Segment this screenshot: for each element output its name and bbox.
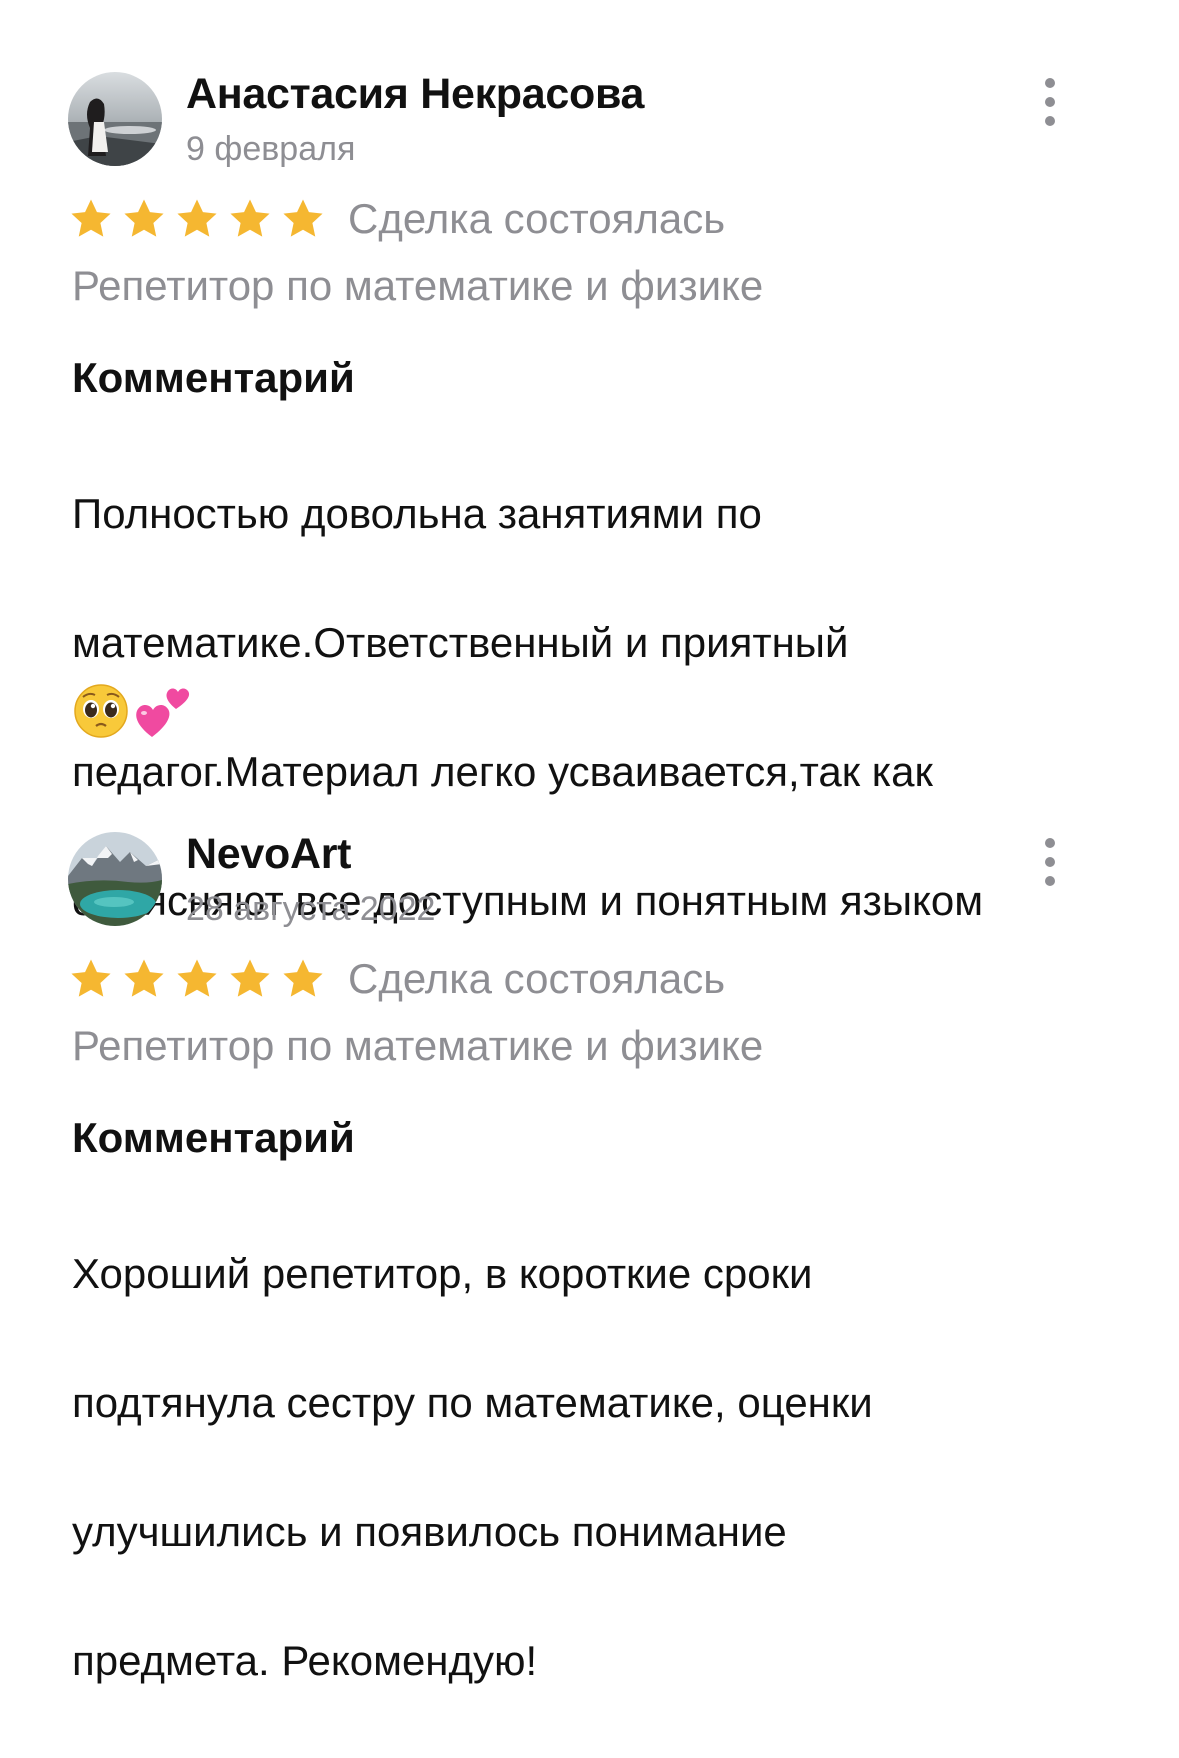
star-icon: [124, 199, 164, 237]
star-icon: [71, 959, 111, 997]
review-date: 9 февраля: [186, 130, 356, 168]
more-vertical-icon[interactable]: [1028, 78, 1072, 126]
service-name: Репетитор по математике и физике: [72, 1022, 764, 1069]
star-icon: [71, 199, 111, 237]
author-name[interactable]: Анастасия Некрасова: [186, 70, 644, 119]
comment-line: подтянула сестру по математике, оценки: [72, 1378, 873, 1426]
star-rating: [68, 956, 326, 1002]
star-icon: [177, 199, 217, 237]
avatar[interactable]: [68, 72, 162, 166]
star-icon: [283, 959, 323, 997]
comment-line: Хороший репетитор, в короткие сроки: [72, 1249, 813, 1297]
review-date: 28 августа 2022: [186, 890, 436, 928]
comment-emojis: [72, 680, 194, 740]
two-hearts-emoji: [136, 688, 190, 737]
star-icon: [124, 959, 164, 997]
comment-text: Хороший репетитор, в короткие сроки подт…: [72, 1177, 1112, 1758]
star-icon: [230, 959, 270, 997]
rating-row: Сделка состоялась: [68, 952, 725, 1006]
deal-status: Сделка состоялась: [348, 955, 726, 1002]
comment-line: математике.Ответственный и приятный: [72, 618, 849, 666]
star-icon: [230, 199, 270, 237]
pleading-face-emoji: [74, 684, 128, 738]
star-icon: [283, 199, 323, 237]
comment-heading: Комментарий: [72, 1114, 355, 1161]
rating-row: Сделка состоялась: [68, 192, 725, 246]
avatar-photo: [68, 832, 162, 926]
star-rating: [68, 196, 326, 242]
comment-heading: Комментарий: [72, 354, 355, 401]
avatar-photo: [68, 72, 162, 166]
comment-line: предмета. Рекомендую!: [72, 1636, 538, 1684]
avatar[interactable]: [68, 832, 162, 926]
comment-line: Полностью довольна занятиями по: [72, 489, 762, 537]
deal-status: Сделка состоялась: [348, 195, 726, 242]
star-icon: [177, 959, 217, 997]
service-name: Репетитор по математике и физике: [72, 262, 764, 309]
author-name[interactable]: NevoArt: [186, 830, 351, 879]
comment-line: улучшились и появилось понимание: [72, 1507, 787, 1555]
comment-line: педагог.Материал легко усваивается,так к…: [72, 747, 933, 795]
more-vertical-icon[interactable]: [1028, 838, 1072, 886]
